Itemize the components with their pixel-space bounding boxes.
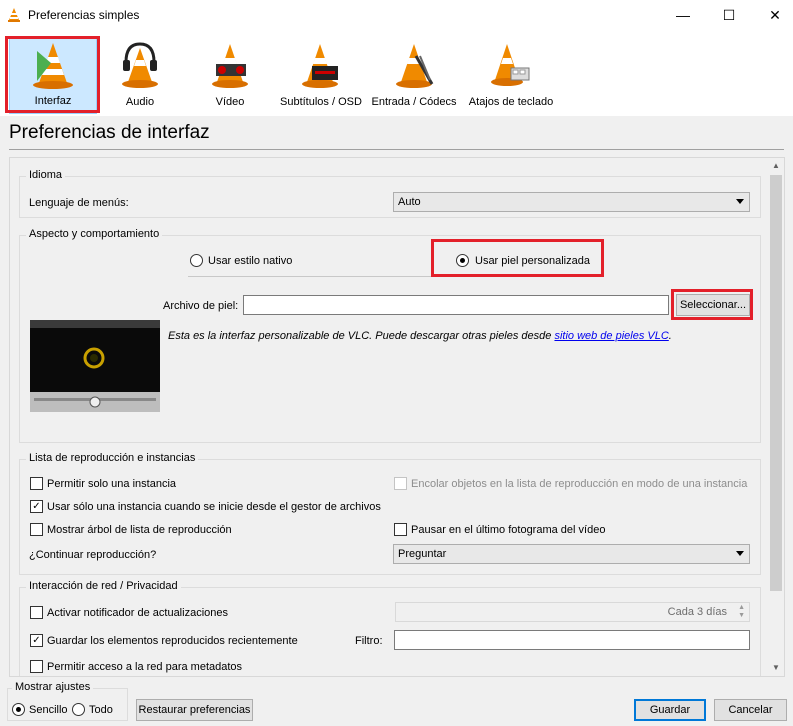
continue-playback-label: ¿Continuar reproducción?: [29, 549, 157, 561]
description-end: .: [668, 330, 672, 342]
scroll-down-icon[interactable]: ▼: [768, 660, 784, 676]
one-instance-fm-checkbox[interactable]: [30, 500, 43, 513]
filter-input[interactable]: [394, 630, 750, 650]
one-instance-label[interactable]: Permitir solo una instancia: [47, 478, 176, 490]
close-icon: ✕: [769, 6, 781, 23]
group-title: Interacción de red / Privacidad: [26, 580, 181, 592]
continue-playback-select[interactable]: Preguntar: [393, 544, 750, 564]
highlight-interfaz: [5, 36, 100, 113]
all-settings-label[interactable]: Todo: [89, 704, 113, 716]
close-button[interactable]: ✕: [752, 0, 793, 30]
spinner-arrows-icon: ▲ ▼: [738, 604, 745, 619]
show-settings-group: Mostrar ajustes Sencillo Todo: [7, 681, 128, 721]
menu-language-select[interactable]: Auto: [393, 192, 750, 212]
category-atajos[interactable]: Atajos de teclado: [466, 36, 556, 114]
button-label: Cancelar: [728, 704, 773, 716]
chevron-down-icon: [736, 551, 744, 556]
maximize-icon: ☐: [722, 6, 736, 23]
enqueue-label[interactable]: Encolar objetos en la lista de reproducc…: [411, 478, 747, 490]
all-settings-radio[interactable]: [72, 703, 85, 716]
vlc-cone-subtitles-icon: [302, 44, 338, 88]
description-text: Esta es la interfaz personalizable de VL…: [168, 330, 555, 342]
category-label: Vídeo: [215, 96, 245, 108]
category-video[interactable]: Vídeo: [196, 36, 264, 114]
save-recent-checkbox[interactable]: [30, 634, 43, 647]
category-audio[interactable]: Audio: [106, 36, 174, 114]
group-title: Idioma: [26, 169, 66, 181]
native-style-label[interactable]: Usar estilo nativo: [208, 255, 292, 267]
scroll-up-icon[interactable]: ▲: [768, 158, 784, 174]
highlight-select-button: [671, 289, 753, 320]
group-title: Lista de reproducción e instancias: [26, 452, 199, 464]
spinbox-value: Cada 3 días: [667, 606, 727, 618]
divider: [188, 276, 434, 277]
pause-last-frame-checkbox[interactable]: [394, 523, 407, 536]
playlist-tree-checkbox[interactable]: [30, 523, 43, 536]
category-label: Audio: [125, 96, 155, 108]
vlc-cone-hotkeys-icon: [491, 44, 530, 86]
update-interval-spinbox[interactable]: Cada 3 días ▲ ▼: [395, 602, 750, 622]
network-metadata-label[interactable]: Permitir acceso a la red para metadatos: [47, 661, 242, 673]
maximize-button[interactable]: ☐: [706, 0, 752, 30]
preferences-panel[interactable]: Idioma Lenguaje de menús: Auto Aspecto y…: [9, 157, 785, 677]
enqueue-checkbox[interactable]: [394, 477, 407, 490]
cancel-button[interactable]: Cancelar: [714, 699, 787, 721]
category-subtitulos[interactable]: Subtítulos / OSD: [280, 36, 362, 114]
divider: [9, 149, 784, 150]
skin-preview-image: [30, 320, 160, 412]
button-label: Restaurar preferencias: [138, 704, 251, 716]
title-bar: Preferencias simples — ☐ ✕: [0, 0, 793, 30]
scrollbar-thumb[interactable]: [770, 175, 782, 591]
simple-settings-label[interactable]: Sencillo: [29, 704, 68, 716]
pause-last-frame-label[interactable]: Pausar en el último fotograma del vídeo: [411, 524, 605, 536]
one-instance-checkbox[interactable]: [30, 477, 43, 490]
skins-website-link[interactable]: sitio web de pieles VLC: [554, 330, 668, 342]
select-value: Preguntar: [398, 548, 447, 560]
minimize-icon: —: [676, 7, 690, 23]
skin-file-input[interactable]: [243, 295, 669, 315]
reset-preferences-button[interactable]: Restaurar preferencias: [136, 699, 253, 721]
category-toolbar: Interfaz Audio Vídeo Subtítulos / OSD En…: [0, 30, 793, 116]
one-instance-fm-label[interactable]: Usar sólo una instancia cuando se inicie…: [47, 501, 381, 513]
vlc-cone-video-icon: [212, 44, 248, 88]
skin-description: Esta es la interfaz personalizable de VL…: [168, 330, 672, 342]
category-label: Subtítulos / OSD: [280, 96, 362, 108]
skin-preview-graphic: [30, 320, 160, 412]
category-label: Entrada / Códecs: [371, 96, 457, 108]
page-title: Preferencias de interfaz: [9, 122, 210, 143]
vlc-cone-headphones-icon: [122, 42, 158, 88]
category-label: Atajos de teclado: [468, 96, 554, 108]
playlist-tree-label[interactable]: Mostrar árbol de lista de reproducción: [47, 524, 232, 536]
minimize-button[interactable]: —: [660, 0, 706, 30]
vlc-cone-app-icon: [8, 8, 20, 22]
group-title: Mostrar ajustes: [12, 681, 94, 693]
group-title: Aspecto y comportamiento: [26, 228, 163, 240]
save-recent-label[interactable]: Guardar los elementos reproducidos recie…: [47, 635, 298, 647]
network-metadata-checkbox[interactable]: [30, 660, 43, 673]
update-notifier-label[interactable]: Activar notificador de actualizaciones: [47, 607, 228, 619]
save-button[interactable]: Guardar: [634, 699, 706, 721]
highlight-custom-skin: [431, 239, 604, 277]
menu-language-label: Lenguaje de menús:: [29, 197, 129, 209]
button-label: Guardar: [649, 704, 691, 716]
update-notifier-checkbox[interactable]: [30, 606, 43, 619]
select-value: Auto: [398, 196, 421, 208]
native-style-radio[interactable]: [190, 254, 203, 267]
skin-file-label: Archivo de piel:: [163, 300, 239, 312]
vertical-scrollbar[interactable]: ▲ ▼: [768, 158, 784, 676]
chevron-down-icon: [736, 199, 744, 204]
category-entrada[interactable]: Entrada / Códecs: [370, 36, 458, 114]
simple-settings-radio[interactable]: [12, 703, 25, 716]
vlc-cone-input-icon: [396, 44, 434, 88]
filter-label: Filtro:: [355, 635, 383, 647]
window-title: Preferencias simples: [28, 8, 140, 22]
